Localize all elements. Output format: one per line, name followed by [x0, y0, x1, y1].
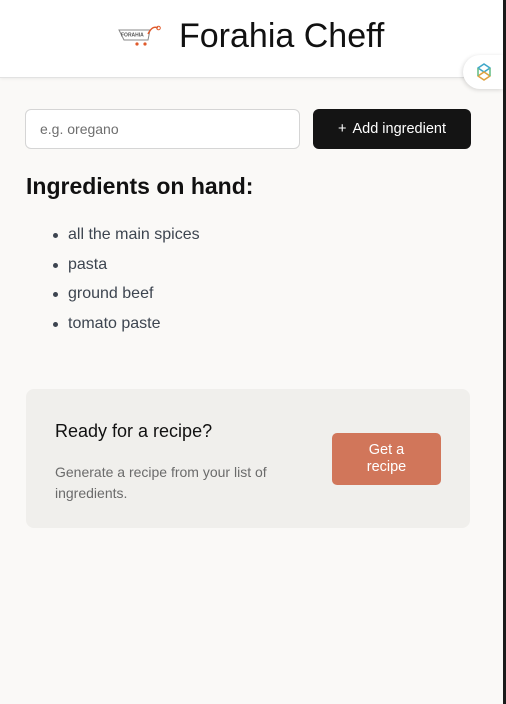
- add-ingredient-button[interactable]: + Add ingredient: [313, 109, 471, 149]
- extension-icon: [477, 63, 491, 81]
- ingredient-input[interactable]: [25, 109, 300, 149]
- list-item: pasta: [26, 250, 200, 280]
- cart-logo-icon: FORAHIA: [118, 25, 161, 46]
- plus-icon: +: [338, 121, 347, 137]
- list-item: ground beef: [26, 279, 200, 309]
- add-ingredient-label: Add ingredient: [352, 121, 446, 137]
- ingredient-list: all the main spices pasta ground beef to…: [26, 220, 200, 338]
- logo-text: FORAHIA: [121, 33, 144, 39]
- list-item: all the main spices: [26, 220, 200, 250]
- ingredients-heading: Ingredients on hand:: [26, 173, 254, 199]
- recipe-card-description: Generate a recipe from your list of ingr…: [55, 464, 267, 501]
- app-title: Forahia Cheff: [179, 17, 385, 55]
- get-recipe-button[interactable]: Get a recipe: [332, 433, 441, 485]
- app-header: FORAHIA Forahia Cheff: [0, 0, 503, 78]
- recipe-card: Ready for a recipe? Generate a recipe fr…: [26, 389, 470, 528]
- list-item: tomato paste: [26, 309, 200, 339]
- recipe-card-title: Ready for a recipe?: [55, 421, 213, 441]
- extension-button[interactable]: [463, 55, 503, 89]
